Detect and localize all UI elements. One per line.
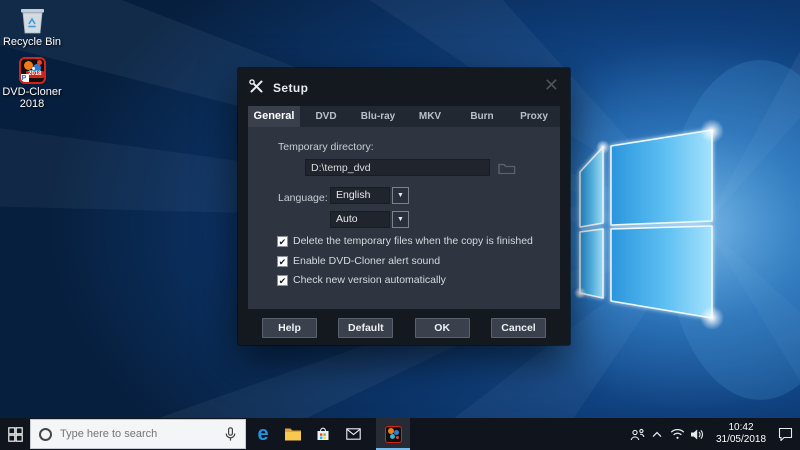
ok-button[interactable]: OK [414,318,470,338]
recycle-bin-glyph [1,4,63,34]
checkbox-delete-temp-files[interactable]: ✔ Delete the temporary files when the co… [277,235,533,247]
dvd-cloner-desktop-icon[interactable]: 2018 P DVD-Cloner 2018 [1,57,63,110]
shortcut-overlay-icon: P [20,74,29,82]
default-button[interactable]: Default [338,318,394,338]
mail-icon[interactable] [338,418,368,450]
dvd-cloner-year-badge: 2018 [26,71,44,78]
language-label: Language: [278,192,328,204]
help-button[interactable]: Help [262,318,317,338]
dialog-footer: Help Default OK Cancel [248,318,560,338]
microphone-icon[interactable] [225,426,236,442]
taskbar-search-box[interactable] [30,419,246,449]
setup-tools-icon [249,79,264,99]
tab-general[interactable]: General [248,106,300,127]
wifi-icon[interactable] [667,418,687,450]
clock-time: 10:42 [728,422,754,433]
checkbox-alert-sound[interactable]: ✔ Enable DVD-Cloner alert sound [277,255,440,267]
close-icon[interactable]: ✕ [544,75,559,95]
general-settings-panel: Temporary directory: Language: English ▼… [248,127,560,309]
language-dropdown[interactable]: English ▼ [330,187,409,204]
tab-mkv[interactable]: MKV [404,106,456,127]
dvd-cloner-label: DVD-Cloner 2018 [2,86,62,110]
taskbar: e [0,418,800,450]
secondary-language-dropdown[interactable]: Auto ▼ [330,211,409,228]
dvd-cloner-taskbar-icon[interactable] [376,418,410,450]
language-selected-value[interactable]: English [330,187,390,204]
taskbar-clock[interactable]: 10:42 31/05/2018 [712,422,770,446]
checkbox-label: Enable DVD-Cloner alert sound [293,255,441,267]
temporary-directory-input[interactable] [305,159,490,176]
recycle-bin-label: Recycle Bin [2,36,62,48]
dvd-cloner-app-glyph: 2018 P [18,57,46,84]
dvd-cloner-app-glyph [384,425,402,443]
tab-dvd[interactable]: DVD [300,106,352,127]
microsoft-store-icon[interactable] [308,418,338,450]
browse-folder-icon[interactable] [497,160,517,180]
recycle-bin-icon[interactable]: Recycle Bin [1,4,63,48]
system-tray: 10:42 31/05/2018 [627,418,800,450]
file-explorer-icon[interactable] [278,418,308,450]
temporary-directory-label: Temporary directory: [278,141,374,153]
show-hidden-icons-chevron[interactable] [647,418,667,450]
action-center-icon[interactable] [775,418,795,450]
clock-date: 31/05/2018 [715,434,767,445]
checkbox-checked-icon[interactable]: ✔ [277,255,288,267]
cancel-button[interactable]: Cancel [490,318,546,338]
taskbar-pinned-apps: e [248,418,410,450]
checkbox-checked-icon[interactable]: ✔ [277,235,288,247]
tab-blu-ray[interactable]: Blu-ray [352,106,404,127]
checkbox-label: Check new version automatically [293,274,446,286]
secondary-language-selected-value[interactable]: Auto [330,211,390,228]
chevron-down-icon[interactable]: ▼ [392,211,409,228]
settings-tab-bar: General DVD Blu-ray MKV Burn Proxy [248,106,560,127]
edge-icon[interactable]: e [248,418,278,450]
people-icon[interactable] [627,418,647,450]
setup-dialog: Setup ✕ General DVD Blu-ray MKV Burn Pro… [238,68,570,345]
checkbox-checked-icon[interactable]: ✔ [277,274,288,286]
search-input[interactable] [60,428,225,440]
checkbox-label: Delete the temporary files when the copy… [293,235,533,247]
dialog-title: Setup [273,81,309,95]
volume-icon[interactable] [687,418,707,450]
tab-burn[interactable]: Burn [456,106,508,127]
chevron-down-icon[interactable]: ▼ [392,187,409,204]
checkbox-check-new-version[interactable]: ✔ Check new version automatically [277,274,446,286]
tab-proxy[interactable]: Proxy [508,106,560,127]
cortana-icon[interactable] [39,427,52,441]
start-button[interactable] [0,418,30,450]
